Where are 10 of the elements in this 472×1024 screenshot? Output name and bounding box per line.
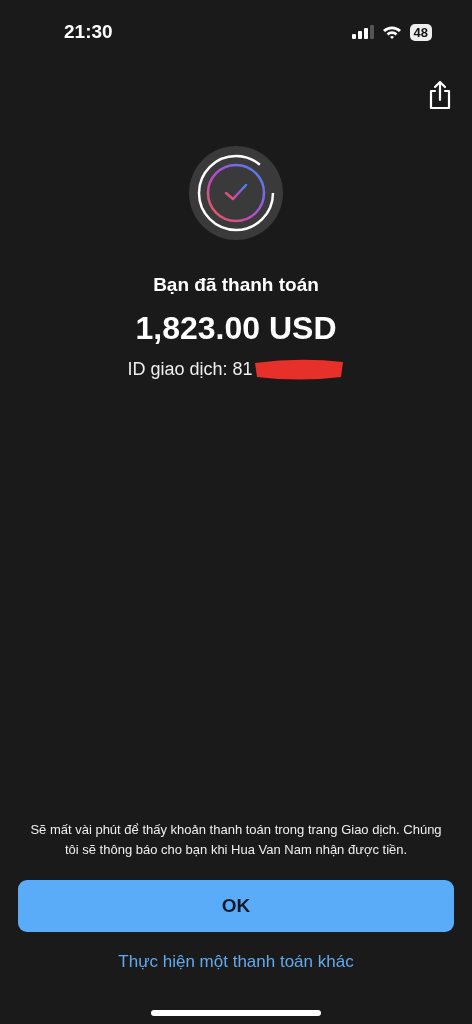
new-payment-link[interactable]: Thực hiện một thanh toán khác: [118, 952, 354, 972]
notice-text: Sẽ mất vài phút để thấy khoản thanh toán trong trang Giao dịch. Chúng tôi sẽ thông báo cho bạn khi Hua Van Nam nhận được tiền.: [29, 821, 443, 859]
payment-amount: 1,823.00 USD: [135, 310, 337, 347]
ok-button[interactable]: OK: [18, 880, 454, 932]
signal-icon: [351, 25, 374, 39]
wifi-icon: [381, 25, 402, 39]
status-time: 21:30: [64, 21, 113, 43]
battery-level: 48: [409, 23, 432, 41]
transaction-id: ID giao dịch: 81: [127, 358, 253, 380]
payment-title: Bạn đã thanh toán: [153, 274, 319, 296]
